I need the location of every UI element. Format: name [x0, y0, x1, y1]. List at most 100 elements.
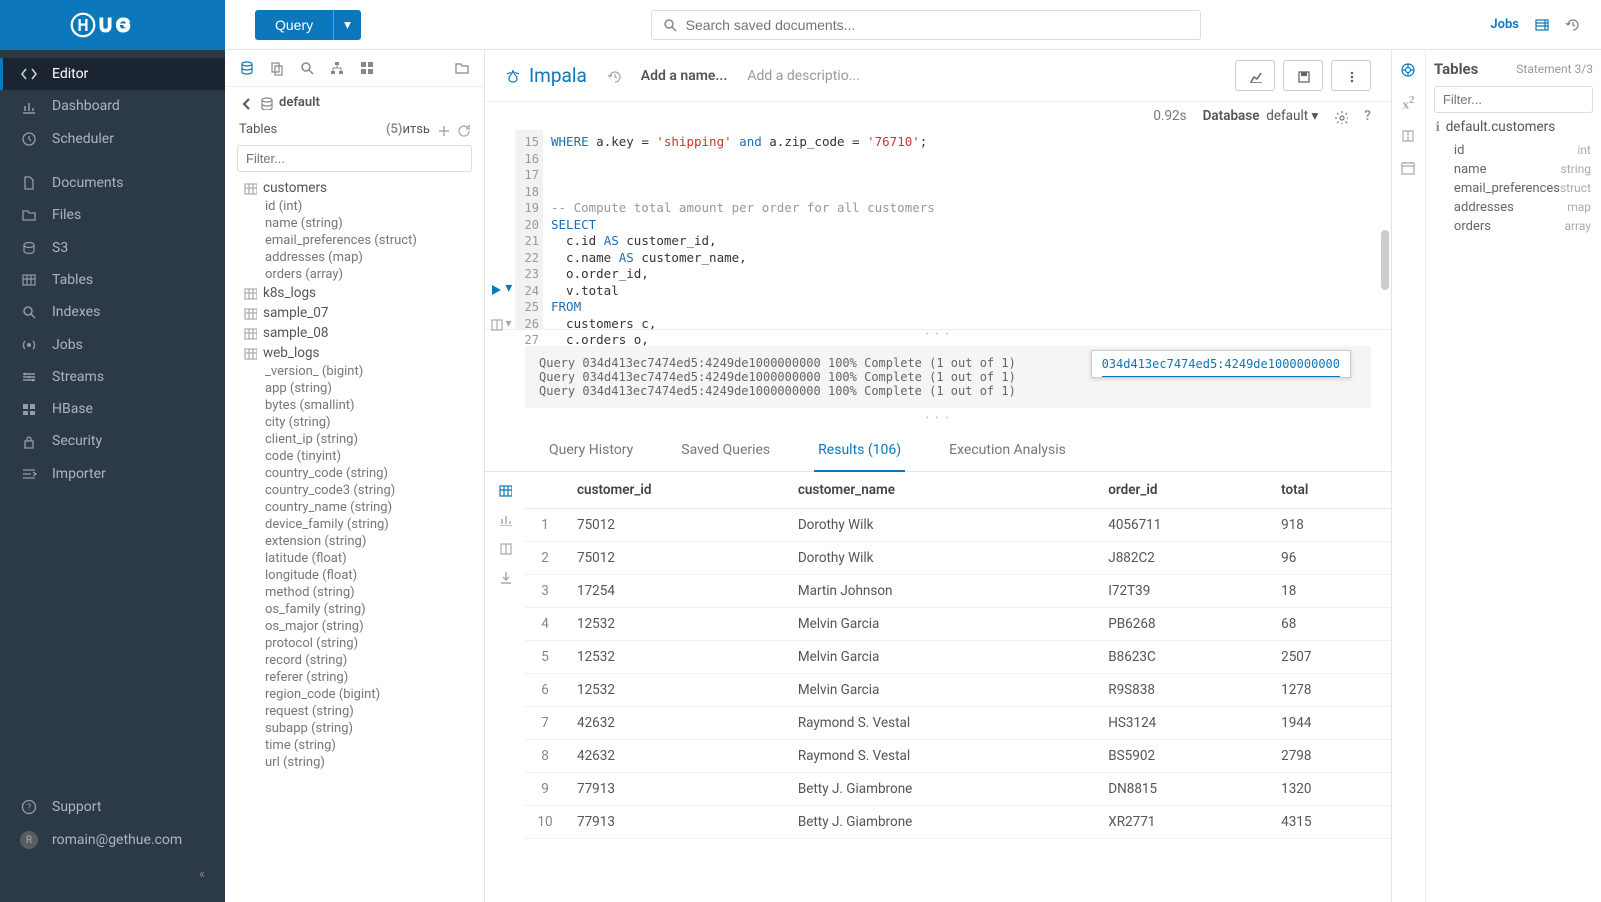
nav-item-files[interactable]: Files [0, 199, 225, 231]
results-download-icon[interactable] [498, 569, 512, 584]
table-item[interactable]: sample_07 [225, 303, 484, 323]
column-item[interactable]: orders (array) [225, 266, 484, 283]
presentation-icon[interactable]: ▾ [485, 316, 515, 331]
assist-grid-icon[interactable] [359, 60, 375, 76]
table-row[interactable]: 317254Martin JohnsonI72T3918 [525, 575, 1391, 608]
schema-column[interactable]: idint [1434, 141, 1593, 160]
table-row[interactable]: 842632Raymond S. VestalBS59022798 [525, 740, 1391, 773]
col-header[interactable]: customer_name [786, 472, 1096, 509]
assist-sitemap-icon[interactable] [329, 60, 345, 76]
column-item[interactable]: device_family (string) [225, 516, 484, 533]
table-row[interactable]: 612532Melvin GarciaR9S8381278 [525, 674, 1391, 707]
column-item[interactable]: code (tinyint) [225, 448, 484, 465]
collapse-nav-icon[interactable]: « [199, 867, 205, 882]
support-link[interactable]: Support [0, 791, 225, 823]
assist-db-icon[interactable] [239, 60, 255, 76]
add-name-input[interactable]: Add a name... [641, 68, 728, 84]
nav-item-editor[interactable]: Editor [0, 58, 225, 90]
db-breadcrumb[interactable]: default [225, 87, 484, 118]
table-row[interactable]: 512532Melvin GarciaB8623C2507 [525, 641, 1391, 674]
table-row[interactable]: 742632Raymond S. VestalHS31241944 [525, 707, 1391, 740]
engine-selector[interactable]: Impala [505, 64, 587, 87]
column-item[interactable]: country_code (string) [225, 465, 484, 482]
tab-results[interactable]: Results (106) [814, 434, 905, 472]
column-item[interactable]: longitude (float) [225, 567, 484, 584]
nav-item-dashboard[interactable]: Dashboard [0, 90, 225, 122]
col-header[interactable] [525, 472, 565, 509]
history-icon[interactable] [1565, 17, 1581, 33]
column-item[interactable]: name (string) [225, 215, 484, 232]
table-row[interactable]: 1077913Betty J. GiambroneXR27714315 [525, 806, 1391, 839]
column-item[interactable]: addresses (map) [225, 249, 484, 266]
refresh-tables-icon[interactable] [456, 122, 470, 137]
table-row[interactable]: 175012Dorothy Wilk4056711918 [525, 509, 1391, 542]
nav-item-scheduler[interactable]: Scheduler [0, 123, 225, 155]
nav-item-streams[interactable]: Streams [0, 361, 225, 393]
schema-column[interactable]: email_preferencesstruct [1434, 179, 1593, 198]
column-item[interactable]: country_name (string) [225, 499, 484, 516]
table-item[interactable]: sample_08 [225, 323, 484, 343]
column-item[interactable]: city (string) [225, 414, 484, 431]
column-item[interactable]: os_major (string) [225, 618, 484, 635]
column-item[interactable]: url (string) [225, 754, 484, 771]
tab-saved-queries[interactable]: Saved Queries [677, 434, 774, 471]
add-desc-input[interactable]: Add a descriptio... [747, 68, 859, 84]
table-row[interactable]: 412532Melvin GarciaPB626868 [525, 608, 1391, 641]
assist-files-icon[interactable] [269, 60, 285, 76]
column-item[interactable]: app (string) [225, 380, 484, 397]
hue-logo[interactable] [0, 0, 225, 50]
column-item[interactable]: region_code (bigint) [225, 686, 484, 703]
right-filter-input[interactable] [1434, 86, 1593, 113]
search-box[interactable] [651, 10, 1201, 40]
table-row[interactable]: 977913Betty J. GiambroneDN88151320 [525, 773, 1391, 806]
column-item[interactable]: _version_ (bigint) [225, 363, 484, 380]
database-selector[interactable]: default ▾ [1266, 108, 1318, 124]
table-item[interactable]: customers [225, 178, 484, 198]
column-item[interactable]: referer (string) [225, 669, 484, 686]
jobs-link[interactable]: Jobs [1490, 17, 1519, 32]
editor-history-icon[interactable] [607, 68, 621, 83]
schema-table-item[interactable]: i default.customers [1434, 113, 1593, 141]
nav-item-tables[interactable]: Tables [0, 264, 225, 296]
query-dropdown[interactable]: ▾ [333, 10, 361, 40]
column-item[interactable]: country_code3 (string) [225, 482, 484, 499]
tab-query-history[interactable]: Query History [545, 434, 637, 471]
search-input[interactable] [686, 17, 1190, 33]
column-item[interactable]: email_preferences (struct) [225, 232, 484, 249]
add-table-icon[interactable] [436, 122, 450, 137]
column-item[interactable]: client_ip (string) [225, 431, 484, 448]
table-item[interactable]: k8s_logs [225, 283, 484, 303]
schema-column[interactable]: namestring [1434, 160, 1593, 179]
nav-item-hbase[interactable]: HBase [0, 393, 225, 425]
user-menu[interactable]: Rromain@gethue.com [0, 823, 225, 857]
column-item[interactable]: time (string) [225, 737, 484, 754]
run-button[interactable]: ▾ [485, 280, 515, 296]
query-button[interactable]: Query [255, 10, 333, 40]
column-item[interactable]: latitude (float) [225, 550, 484, 567]
schema-column[interactable]: ordersarray [1434, 217, 1593, 236]
nav-item-indexes[interactable]: Indexes [0, 296, 225, 328]
assist-search-icon[interactable] [299, 60, 315, 76]
assist-superscript-icon[interactable]: x2 [1403, 94, 1415, 112]
nav-item-security[interactable]: Security [0, 425, 225, 457]
col-header[interactable]: total [1269, 472, 1391, 509]
column-item[interactable]: id (int) [225, 198, 484, 215]
column-item[interactable]: record (string) [225, 652, 484, 669]
assist-calendar-icon[interactable] [1400, 160, 1416, 176]
more-button[interactable] [1331, 60, 1371, 91]
column-item[interactable]: bytes (smallint) [225, 397, 484, 414]
column-item[interactable]: subapp (string) [225, 720, 484, 737]
column-item[interactable]: protocol (string) [225, 635, 484, 652]
nav-item-jobs[interactable]: Jobs [0, 328, 225, 360]
col-header[interactable]: order_id [1096, 472, 1269, 509]
results-grid-icon[interactable] [498, 482, 512, 497]
column-item[interactable]: request (string) [225, 703, 484, 720]
column-item[interactable]: extension (string) [225, 533, 484, 550]
save-button[interactable] [1283, 60, 1323, 91]
tab-execution-analysis[interactable]: Execution Analysis [945, 434, 1070, 471]
schema-column[interactable]: addressesmap [1434, 198, 1593, 217]
query-id-tooltip[interactable]: 034d413ec7474ed5:4249de1000000000 [1091, 350, 1351, 378]
col-header[interactable]: customer_id [565, 472, 786, 509]
assist-folder-icon[interactable] [454, 60, 470, 76]
table-item[interactable]: web_logs [225, 343, 484, 363]
